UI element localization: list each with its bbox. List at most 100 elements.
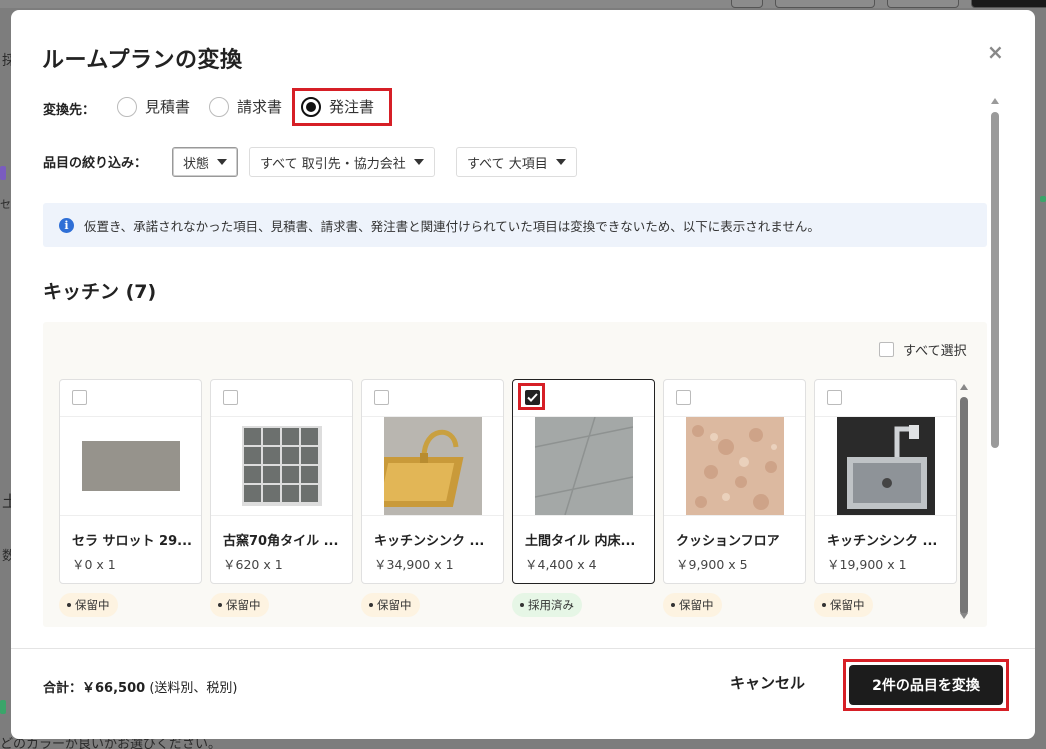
convert-room-plan-modal: ルームプランの変換 × 変換先： 見積書 請求書 発注書 品目の絞り込み： 状態… [11, 10, 1035, 739]
radio-purchase-order[interactable]: 発注書 [301, 96, 374, 117]
item-checkbox[interactable] [223, 390, 238, 405]
item-name: 古窯70角タイル ... [223, 534, 339, 549]
item-card[interactable]: 古窯70角タイル ... ￥620 x 1 [210, 379, 353, 584]
section-title: キッチン (7) [43, 281, 157, 303]
item-name: キッチンシンク ... [374, 534, 485, 549]
highlight-box [518, 383, 545, 410]
dot-icon [369, 603, 373, 607]
status-badge-label: 保留中 [226, 598, 261, 612]
supplier-filter-dropdown[interactable]: すべて 取引先・協力会社 [249, 147, 435, 177]
item-checkbox[interactable] [827, 390, 842, 405]
info-banner: i 仮置き、承諾されなかった項目、見積書、請求書、発注書と関連付けられていた項目… [43, 203, 987, 247]
status-badge: 保留中 [361, 593, 420, 617]
background-marker [0, 166, 6, 180]
item-checkbox[interactable] [676, 390, 691, 405]
radio-label: 見積書 [145, 98, 191, 116]
gold-sink-image [383, 417, 482, 515]
dot-icon [218, 603, 222, 607]
status-badge-label: 保留中 [377, 598, 412, 612]
scroll-down-icon[interactable] [960, 613, 968, 619]
info-text: 仮置き、承諾されなかった項目、見積書、請求書、発注書と関連付けられていた項目は変… [84, 218, 820, 234]
info-icon: i [59, 217, 74, 233]
radio-label: 請求書 [237, 98, 283, 116]
item-price: ￥4,400 x 4 [525, 557, 597, 572]
background-button [731, 0, 763, 8]
convert-to-label: 変換先： [43, 103, 96, 118]
convert-items-button[interactable]: 2件の品目を変換 [849, 665, 1003, 705]
item-name: クッションフロア [676, 534, 780, 549]
footer-divider [11, 648, 1035, 649]
background-marker [1040, 196, 1046, 202]
item-image [60, 416, 201, 516]
filter-label: 品目の絞り込み： [43, 156, 148, 171]
status-badge: 保留中 [210, 593, 269, 617]
background-button [971, 0, 1046, 8]
item-image [664, 416, 805, 516]
dropdown-label: 状態 [183, 156, 210, 172]
background-button [775, 0, 875, 8]
caret-down-icon [413, 159, 424, 165]
item-checkbox[interactable] [374, 390, 389, 405]
cushion-floor-image [685, 417, 784, 515]
background-marker [0, 700, 6, 714]
scroll-up-icon[interactable] [991, 98, 999, 104]
item-price: ￥19,900 x 1 [827, 557, 907, 572]
mosaic-tile-image [241, 426, 322, 506]
dot-icon [67, 603, 71, 607]
item-card[interactable]: クッションフロア ￥9,900 x 5 [663, 379, 806, 584]
item-image [815, 416, 956, 516]
status-badge-label: 採用済み [528, 598, 574, 612]
item-checkbox[interactable] [72, 390, 87, 405]
total-label: 合計： [43, 681, 83, 696]
status-badge: 採用済み [512, 593, 582, 617]
item-price: ￥0 x 1 [72, 557, 116, 572]
total-summary: 合計：￥66,500 (送料別、税別) [43, 677, 237, 696]
dot-icon [822, 603, 826, 607]
item-name: キッチンシンク ... [827, 534, 938, 549]
status-badge: 保留中 [59, 593, 118, 617]
modal-scrollbar-thumb[interactable] [991, 112, 999, 448]
item-price: ￥34,900 x 1 [374, 557, 454, 572]
radio-label: 発注書 [329, 98, 375, 116]
item-grid: すべて選択 セラ サロット 29... ￥0 x 1 保留中 古窯70角タイル … [43, 322, 987, 627]
floor-tile-image [534, 417, 633, 515]
caret-down-icon [217, 159, 228, 165]
status-badge-label: 保留中 [830, 598, 865, 612]
dot-icon [671, 603, 675, 607]
radio-circle [209, 96, 229, 117]
item-card[interactable]: セラ サロット 29... ￥0 x 1 [59, 379, 202, 584]
close-icon[interactable]: × [987, 40, 1004, 64]
grid-scrollbar-thumb[interactable] [960, 397, 968, 615]
select-all-checkbox[interactable]: すべて選択 [879, 340, 967, 359]
item-card[interactable]: キッチンシンク ... ￥19,900 x 1 [814, 379, 957, 584]
steel-sink-image [836, 417, 935, 515]
dropdown-label: すべて 取引先・協力会社 [260, 156, 406, 172]
status-badge: 保留中 [814, 593, 873, 617]
select-all-label: すべて選択 [903, 344, 967, 359]
status-badge-label: 保留中 [75, 598, 110, 612]
total-note: (送料別、税別) [149, 681, 238, 696]
caret-down-icon [555, 159, 566, 165]
item-price: ￥620 x 1 [223, 557, 283, 572]
cancel-button[interactable]: キャンセル [730, 672, 805, 693]
item-image [362, 416, 503, 516]
item-name: 土間タイル 内床... [525, 534, 636, 549]
dot-icon [520, 603, 524, 607]
status-badge-label: 保留中 [679, 598, 714, 612]
checkbox [879, 342, 894, 357]
status-badge: 保留中 [663, 593, 722, 617]
radio-circle-selected [301, 96, 321, 117]
background-button [887, 0, 959, 8]
dropdown-label: すべて 大項目 [467, 156, 548, 172]
scroll-up-icon[interactable] [960, 384, 968, 390]
tile-image [81, 441, 180, 491]
radio-circle [117, 96, 137, 117]
item-card[interactable]: キッチンシンク ... ￥34,900 x 1 [361, 379, 504, 584]
item-image [513, 416, 654, 516]
item-price: ￥9,900 x 5 [676, 557, 748, 572]
status-filter-dropdown[interactable]: 状態 [172, 147, 239, 177]
background-text: セ [0, 198, 11, 211]
radio-estimate[interactable]: 見積書 [117, 96, 190, 117]
radio-invoice[interactable]: 請求書 [209, 96, 282, 117]
category-filter-dropdown[interactable]: すべて 大項目 [456, 147, 577, 177]
